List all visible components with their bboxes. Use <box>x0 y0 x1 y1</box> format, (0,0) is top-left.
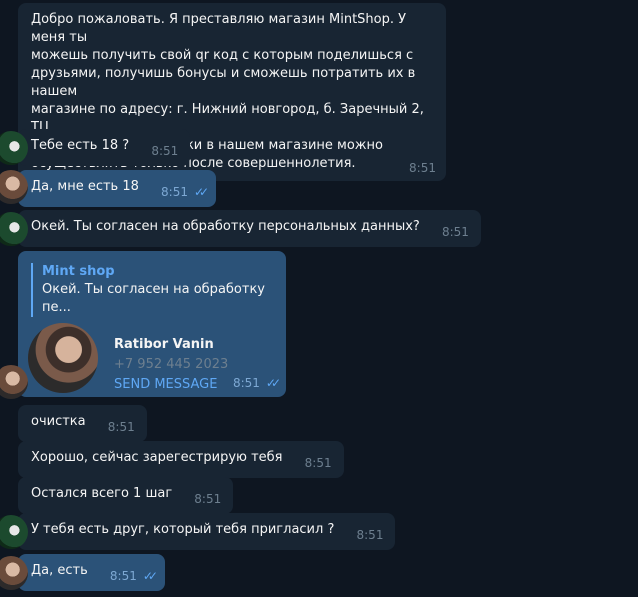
user-avatar-icon[interactable] <box>0 170 28 204</box>
double-check-icon: ✓✓ <box>265 376 281 390</box>
message-bubble[interactable]: У тебя есть друг, который тебя пригласил… <box>0 513 396 550</box>
message-time: 8:51 <box>409 161 436 175</box>
message-text: Да, мне есть 18 <box>31 179 139 194</box>
user-avatar-icon[interactable] <box>0 556 28 590</box>
message-time: 8:51 <box>107 420 135 434</box>
message-time: 8:51 <box>304 456 332 470</box>
reply-quote[interactable]: Mint shop Окей. Ты согласен на обработку… <box>31 263 274 317</box>
double-check-icon: ✓✓ <box>142 569 158 583</box>
contact-phone: +7 952 445 2023 <box>114 357 229 372</box>
message-text: очистка <box>31 414 86 429</box>
message-time: 8:51 <box>232 376 260 390</box>
contact-name: Ratibor Vanin <box>114 337 214 352</box>
message-bubble[interactable]: Тебе есть 18 ? 8:51 <box>0 129 191 166</box>
message-bubble[interactable]: Остался всего 1 шаг 8:51 <box>18 477 234 514</box>
message-text: Окей. Ты согласен на обработку персональ… <box>31 219 420 234</box>
user-avatar-icon[interactable] <box>0 365 28 399</box>
message-text: У тебя есть друг, который тебя пригласил… <box>31 522 335 537</box>
reply-title: Mint shop <box>42 264 115 279</box>
message-bubble[interactable]: Да, есть 8:51 ✓✓ <box>0 554 165 591</box>
message-bubble[interactable]: Окей. Ты согласен на обработку персональ… <box>0 210 481 247</box>
send-message-button[interactable]: SEND MESSAGE <box>114 376 228 394</box>
message-text: Хорошо, сейчас зарегестрирую тебя <box>31 450 283 465</box>
reply-text: Окей. Ты согласен на обработку пе... <box>42 282 265 315</box>
message-text: Да, есть <box>31 563 88 578</box>
message-bubble[interactable]: очистка 8:51 <box>18 405 147 442</box>
contact-photo[interactable] <box>28 323 98 393</box>
message-time: 8:51 <box>356 528 384 542</box>
message-time: 8:51 <box>161 185 188 199</box>
contact-message[interactable]: Mint shop Окей. Ты согласен на обработку… <box>0 251 286 399</box>
message-time: 8:51 <box>194 492 222 506</box>
message-time: 8:51 <box>109 569 137 583</box>
message-bubble[interactable]: Да, мне есть 18 8:51 ✓✓ <box>0 170 217 207</box>
bot-avatar-icon[interactable] <box>0 131 28 165</box>
bot-avatar-icon[interactable] <box>0 212 28 246</box>
double-check-icon: ✓✓ <box>193 185 209 199</box>
message-bubble[interactable]: Хорошо, сейчас зарегестрирую тебя 8:51 <box>18 441 344 478</box>
message-text: Тебе есть 18 ? <box>31 138 130 153</box>
message-text: Остался всего 1 шаг <box>31 486 173 501</box>
bot-avatar-icon[interactable] <box>0 515 28 549</box>
message-time: 8:51 <box>441 225 469 239</box>
message-time: 8:51 <box>151 144 179 158</box>
